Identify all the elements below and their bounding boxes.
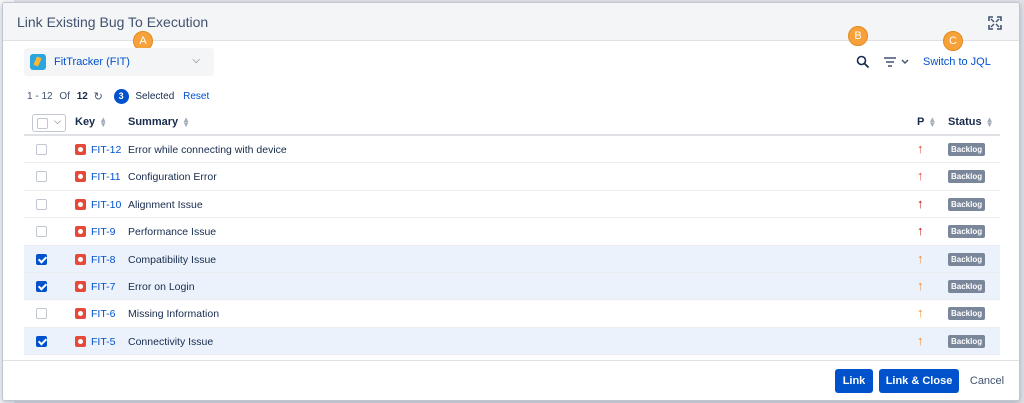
status-badge: Backlog <box>948 143 986 156</box>
issue-summary: Missing Information <box>128 308 220 321</box>
priority-high-icon: ↑ <box>917 141 924 156</box>
row-checkbox[interactable] <box>36 308 47 320</box>
bug-icon <box>75 198 86 210</box>
issue-key-link[interactable]: FIT-11 <box>91 171 121 183</box>
chevron-down-icon: ⌵ <box>192 55 200 66</box>
link-and-close-button[interactable]: Link & Close <box>879 369 959 393</box>
row-checkbox[interactable] <box>36 253 47 265</box>
issue-summary: Configuration Error <box>128 171 217 184</box>
cancel-button[interactable]: Cancel <box>965 369 1009 393</box>
bug-icon <box>75 171 86 183</box>
column-summary[interactable]: Summary ▲ ▼ <box>128 115 191 130</box>
dialog-footer: Link Link & Close Cancel <box>3 360 1019 400</box>
status-badge: Backlog <box>948 334 986 348</box>
pagination-summary: 1 - 12 Of 12 ↻ 3 Selected Reset <box>27 89 209 105</box>
row-checkbox[interactable] <box>36 226 47 238</box>
bug-icon <box>75 308 86 320</box>
priority-medium-icon: ↑ <box>917 305 924 321</box>
project-select[interactable]: FitTracker (FIT) ⌵ <box>24 48 214 76</box>
table-body: FIT-12 Error while connecting with device… <box>24 136 1000 356</box>
row-checkbox[interactable] <box>36 198 47 210</box>
issue-key-link[interactable]: FIT-12 <box>91 144 121 156</box>
select-all-checkbox[interactable]: ⌵ <box>32 114 66 132</box>
table-row[interactable]: FIT-12 Error while connecting with device… <box>24 136 1000 164</box>
priority-medium-icon: ↑ <box>917 250 924 266</box>
selected-label: Selected <box>135 91 175 102</box>
sort-icon: ▲ ▼ <box>99 115 108 130</box>
priority-medium-icon: ↑ <box>917 332 924 348</box>
table-row[interactable]: FIT-6 Missing Information ↑ Backlog <box>24 300 1000 328</box>
issue-summary: Connectivity Issue <box>128 335 214 348</box>
link-bug-dialog: Link Existing Bug To Execution A B C Fit… <box>2 2 1020 401</box>
project-select-label: FitTracker (FIT) <box>54 56 130 68</box>
expand-icon[interactable] <box>987 15 1003 31</box>
pager-range: 1 - 12 <box>27 91 53 102</box>
link-button[interactable]: Link <box>835 369 873 393</box>
status-badge: Backlog <box>948 279 986 293</box>
sort-icon: ▲ ▼ <box>985 115 994 130</box>
pager-of: Of <box>59 91 70 102</box>
dialog-title: Link Existing Bug To Execution <box>17 14 209 30</box>
row-checkbox[interactable] <box>36 335 47 347</box>
row-checkbox[interactable] <box>36 280 47 292</box>
issue-key-link[interactable]: FIT-5 <box>91 336 116 348</box>
bug-table: ⌵ Key ▲ ▼ Summary ▲ ▼ P ▲ ▼ Status ▲ ▼ FIT-12 Err… <box>24 110 1000 356</box>
bug-icon <box>75 226 86 238</box>
table-row[interactable]: FIT-8 Compatibility Issue ↑ Backlog <box>24 245 1000 273</box>
issue-summary: Error on Login <box>128 280 195 293</box>
search-icon[interactable] <box>856 55 872 71</box>
priority-medium-icon: ↑ <box>917 277 924 293</box>
issue-key-link[interactable]: FIT-10 <box>91 199 121 211</box>
bug-icon <box>75 253 86 265</box>
annotation-marker-c: C <box>943 31 963 51</box>
status-badge: Backlog <box>948 170 986 184</box>
status-badge: Backlog <box>948 197 986 211</box>
priority-highest-icon: ↑ <box>917 223 924 239</box>
row-checkbox[interactable] <box>36 171 47 183</box>
issue-summary: Alignment Issue <box>128 198 203 211</box>
priority-high-icon: ↑ <box>917 168 924 184</box>
row-checkbox[interactable] <box>36 144 47 155</box>
column-priority[interactable]: P ▲ ▼ <box>917 115 937 130</box>
switch-to-jql-link[interactable]: Switch to JQL <box>923 56 991 68</box>
issue-key-link[interactable]: FIT-7 <box>91 281 116 293</box>
issue-key-link[interactable]: FIT-8 <box>91 254 116 266</box>
sort-icon: ▲ ▼ <box>182 115 191 130</box>
refresh-icon[interactable]: ↻ <box>94 90 103 103</box>
table-row[interactable]: FIT-7 Error on Login ↑ Backlog <box>24 272 1000 301</box>
project-icon <box>30 54 46 70</box>
filter-icon[interactable] <box>883 55 913 71</box>
status-badge: Backlog <box>948 225 986 239</box>
bug-icon <box>75 335 86 347</box>
annotation-marker-b: B <box>848 26 868 46</box>
issue-summary: Error while connecting with device <box>128 144 287 156</box>
issue-summary: Compatibility Issue <box>128 253 217 266</box>
column-status[interactable]: Status ▲ ▼ <box>948 115 994 130</box>
bug-icon <box>75 144 86 155</box>
issue-key-link[interactable]: FIT-9 <box>91 226 116 238</box>
selected-count-badge: 3 <box>113 89 129 104</box>
table-row[interactable]: FIT-5 Connectivity Issue ↑ Backlog <box>24 327 1000 356</box>
reset-link[interactable]: Reset <box>183 91 209 102</box>
status-badge: Backlog <box>948 252 986 266</box>
table-row[interactable]: FIT-9 Performance Issue ↑ Backlog <box>24 218 1000 246</box>
bug-icon <box>75 280 86 292</box>
column-key[interactable]: Key ▲ ▼ <box>75 115 108 130</box>
chevron-down-icon: ⌵ <box>54 116 61 126</box>
status-badge: Backlog <box>948 307 986 321</box>
issue-summary: Performance Issue <box>128 226 217 239</box>
table-row[interactable]: FIT-10 Alignment Issue ↑ Backlog <box>24 191 1000 219</box>
priority-highest-icon: ↑ <box>917 195 924 211</box>
table-row[interactable]: FIT-11 Configuration Error ↑ Backlog <box>24 163 1000 191</box>
table-header: ⌵ Key ▲ ▼ Summary ▲ ▼ P ▲ ▼ Status ▲ ▼ <box>24 110 1000 136</box>
sort-icon: ▲ ▼ <box>928 115 937 130</box>
issue-key-link[interactable]: FIT-6 <box>91 308 116 320</box>
pager-total: 12 <box>76 91 88 102</box>
